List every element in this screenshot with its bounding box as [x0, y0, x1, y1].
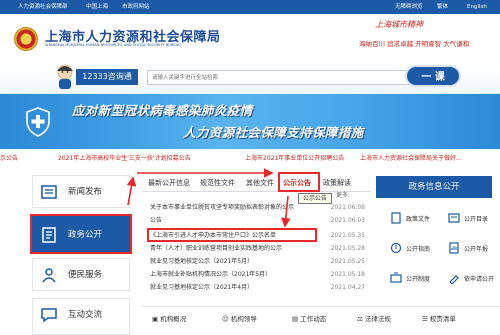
more-link[interactable]: 更多 [336, 190, 348, 199]
news-date: 2021.05.31 [330, 232, 365, 239]
request-icon [449, 275, 459, 284]
hotline-12333-button[interactable]: 12333咨询通 [76, 69, 138, 85]
list-item[interactable]: 上海市就业补贴机构情况公示（2021年5月） 2021.05.18 [150, 269, 365, 280]
topbar-link-english[interactable]: English [467, 0, 487, 14]
nav-label: 新闻发布 [68, 187, 103, 197]
news-title: 就业见习基地核定公示（2021年4月） [150, 284, 254, 291]
list-item[interactable]: 关于本市事业单位脱贫攻坚专项奖励拟表彰对象的公示 2021.06.08 [150, 202, 365, 213]
panel-item-label: 公开目录 [464, 216, 489, 223]
file-icon [391, 212, 401, 224]
banner-line-1: 应对新型冠状病毒感染肺炎疫情 [72, 103, 253, 118]
ticker-item[interactable]: 上海市2021年事业单位公开招聘公告 [245, 153, 344, 165]
city-spirit-line: 海纳百川 追求卓越 开明睿智 大气谦和 [359, 40, 470, 48]
quick-link-powers[interactable]: ☰ 权责清单 [422, 313, 456, 323]
panel-item-label: 依申请公开 [464, 276, 495, 283]
ticker-item[interactable]: 2021年上海市高校毕业生'三支一扶'计划招募公告 [58, 153, 191, 165]
topbar-link-mohrss[interactable]: 人力资源社会保障部 [18, 0, 68, 14]
rules-icon [390, 272, 402, 283]
tab-latest[interactable]: 最新公开信息 [148, 178, 190, 188]
news-title: 公告 [150, 217, 163, 224]
mascot-icon [57, 64, 73, 89]
newspaper-icon [41, 185, 57, 199]
news-title: 就业见习基地核定公示（2021年5月） [150, 258, 254, 265]
gov-info-panel-title[interactable]: 政务信息公开 [376, 176, 492, 198]
city-spirit-title: 上海城市精神 [375, 20, 423, 29]
quick-link-work[interactable]: ▤ 工作动态 [292, 313, 326, 323]
panel-item-label: 公开年报 [464, 246, 489, 253]
nav-item-interaction[interactable]: 互动交流 [32, 298, 130, 335]
quick-link-laws[interactable]: ⚖ 法律法规 [357, 313, 391, 323]
top-bar: 人力资源社会保障部 中国上海 市政府网站 无障碍浏览 繁体 English [0, 0, 500, 14]
ticker-item[interactable]: 上海市人力资源社会保障局关于做好... [360, 153, 462, 165]
quick-link-leaders[interactable]: ☺ 机构领导 [222, 313, 257, 323]
news-date: 2021.06.03 [330, 217, 365, 224]
news-title: 青年（人才）职业训练营项目创业实践基地的公示 [150, 245, 283, 252]
quick-link-label: 工作动态 [300, 315, 327, 323]
nav-item-news[interactable]: 新闻发布 [32, 175, 130, 208]
news-date: 2021.06.08 [330, 204, 365, 211]
quick-links-bar: ▣ 机构概况 ☺ 机构领导 ▤ 工作动态 ⚖ 法律法规 ☰ 权责清单 [142, 306, 500, 335]
topbar-link-traditional[interactable]: 繁体 [437, 0, 448, 14]
banner-line-2: 人力资源社会保障支持保障措施 [183, 125, 364, 140]
catalog-icon [448, 213, 460, 223]
nav-label: 便民服务 [68, 270, 103, 280]
topbar-link-accessibility[interactable]: 无障碍浏览 [395, 0, 423, 14]
list-item[interactable]: 公告 2021.06.03 [150, 215, 365, 226]
quick-link-label: 机构概况 [160, 315, 187, 323]
shield-cross-icon [26, 107, 50, 137]
topbar-link-china-shanghai[interactable]: 中国上海 [86, 0, 108, 14]
news-date: 2021.04.27 [330, 284, 365, 291]
tab-normative[interactable]: 规范性文件 [200, 178, 235, 188]
panel-item-label: 政策文件 [406, 216, 431, 223]
panel-item-label: 公开指南 [406, 246, 431, 253]
report-icon [449, 242, 459, 254]
topbar-link-city-gov[interactable]: 市政府网站 [122, 0, 150, 14]
highlight-box-announcements-tab [278, 172, 320, 192]
highlight-box-gov-affairs [30, 214, 132, 254]
nav-item-services[interactable]: 便民服务 [32, 258, 130, 291]
tooltip: 公示公告 [298, 193, 332, 204]
list-item[interactable]: 就业见习基地核定公示（2021年4月） 2021.04.27 [150, 282, 365, 293]
quick-link-label: 机构领导 [230, 315, 257, 323]
news-ticker: 示公告 2021年上海市高校毕业生'三支一扶'计划招募公告 上海市2021年事业… [0, 153, 500, 165]
news-date: 2021.05.25 [330, 258, 365, 265]
guide-icon [390, 242, 402, 254]
news-date: 2021.05.18 [330, 271, 365, 278]
list-item[interactable]: 青年（人才）职业训练营项目创业实践基地的公示 2021.05.28 [150, 243, 365, 254]
search-button[interactable]: 一 课 [405, 65, 461, 87]
quick-link-label: 法律法规 [364, 315, 391, 323]
highlight-box-news-item [147, 228, 317, 242]
panel-item-annual-report[interactable]: 公开年报 [434, 234, 492, 264]
nav-label: 互动交流 [68, 310, 103, 320]
panel-item-policy-docs[interactable]: 政策文件 [376, 204, 434, 234]
chat-icon [41, 308, 57, 323]
panel-item-label: 公开制度 [406, 276, 431, 283]
quick-link-label: 权责清单 [429, 315, 456, 323]
bureau-emblem-icon[interactable] [14, 27, 38, 51]
panel-item-guide[interactable]: 公开指南 [376, 234, 434, 264]
news-date: 2021.05.28 [330, 245, 365, 252]
panel-item-on-request[interactable]: 依申请公开 [434, 264, 495, 294]
tab-other[interactable]: 其他文件 [246, 178, 274, 188]
list-item[interactable]: 就业见习基地核定公示（2021年5月） 2021.05.25 [150, 256, 365, 267]
news-title: 上海市就业补贴机构情况公示（2021年5月） [150, 271, 272, 278]
people-icon [42, 268, 56, 283]
search-input[interactable] [147, 70, 410, 85]
ticker-item[interactable]: 示公告 [0, 153, 18, 165]
site-subtitle: SHANGHAI MUNICIPAL HUMAN RESOURCES AND S… [45, 43, 181, 47]
panel-item-rules[interactable]: 公开制度 [376, 264, 434, 294]
panel-item-catalog[interactable]: 公开目录 [434, 204, 492, 234]
quick-link-org[interactable]: ▣ 机构概况 [152, 313, 186, 323]
tab-policy-interpretation[interactable]: 政策解读 [323, 178, 351, 188]
